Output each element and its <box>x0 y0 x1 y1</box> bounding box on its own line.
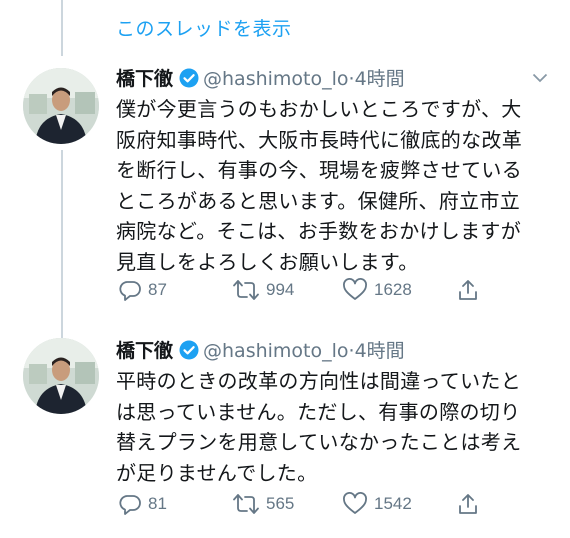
tweet-actions: 87 994 1628 <box>116 276 556 304</box>
retweet-count: 565 <box>266 494 295 513</box>
tweet-time[interactable]: 4時間 <box>355 340 405 362</box>
tweet-text-line: 替えプランを用意していなかったことは考え <box>116 430 522 454</box>
tweet-text-line: は思っていません。ただし、有事の際の切り <box>116 399 521 424</box>
retweet-button[interactable]: 994 <box>232 276 294 304</box>
author-avatar[interactable] <box>23 68 99 144</box>
tweet-text-line: が足りませんでした。 <box>116 460 318 485</box>
tweet-text: 平時のときの改革の方向性は間違っていたと は思っていません。ただし、有事の際の切… <box>116 366 556 488</box>
verified-badge-icon <box>179 340 199 364</box>
author-avatar[interactable] <box>23 338 99 414</box>
tweet-text-line: 阪府知事時代、大阪市長時代に徹底的な改革 <box>116 127 522 152</box>
tweet-text: 僕が今更言うのもおかしいところですが、大 阪府知事時代、大阪市長時代に徹底的な改… <box>116 94 556 277</box>
tweet-text-line: 僕が今更言うのもおかしいところですが、大 <box>116 97 522 121</box>
thread-connector-top <box>61 0 63 56</box>
retweet-count: 994 <box>266 280 295 299</box>
verified-badge-icon <box>179 68 199 92</box>
retweet-button[interactable]: 565 <box>232 490 294 518</box>
like-count: 1542 <box>374 494 412 513</box>
author-name[interactable]: 橋下徹 <box>116 68 173 90</box>
retweet-icon <box>232 492 260 516</box>
tweet-2[interactable]: 橋下徹 @hashimoto_lo·4時間 平時のときの改革の方向性は間違っていた… <box>0 334 570 538</box>
tweet-text-line: 平時のときの改革の方向性は間違っていたと <box>116 369 521 393</box>
like-button[interactable]: 1542 <box>342 490 412 518</box>
tweet-text-line: を断行し、有事の今、現場を疲弊させている <box>116 158 522 182</box>
heart-icon <box>342 492 368 516</box>
reply-button[interactable]: 81 <box>118 490 167 518</box>
share-icon <box>456 492 480 516</box>
tweet-header: 橋下徹 @hashimoto_lo·4時間 <box>116 64 570 94</box>
retweet-icon <box>232 278 260 302</box>
author-handle[interactable]: @hashimoto_lo <box>203 68 349 90</box>
thread-connector-middle <box>61 150 63 340</box>
author-handle[interactable]: @hashimoto_lo <box>203 340 349 362</box>
reply-icon <box>118 492 142 516</box>
tweet-text-line: 病院など。そこは、お手数をおかけしますが <box>116 219 521 243</box>
share-icon <box>456 278 480 302</box>
share-button[interactable] <box>456 276 480 304</box>
like-button[interactable]: 1628 <box>342 276 412 304</box>
reply-button[interactable]: 87 <box>118 276 167 304</box>
tweet-1[interactable]: 橋下徹 @hashimoto_lo·4時間 僕が今更言うのもおかしいところですが、… <box>0 62 570 324</box>
tweet-time[interactable]: 4時間 <box>355 68 405 90</box>
tweet-text-line: 見直しをよろしくお願いします。 <box>116 249 419 274</box>
author-name[interactable]: 橋下徹 <box>116 340 173 362</box>
show-thread-link[interactable]: このスレッドを表示 <box>116 14 292 41</box>
reply-count: 87 <box>148 280 167 299</box>
tweet-header: 橋下徹 @hashimoto_lo·4時間 <box>116 336 570 366</box>
tweet-text-line: ところがあると思います。保健所、府立市立 <box>116 188 520 213</box>
reply-icon <box>118 278 142 302</box>
chevron-down-icon[interactable] <box>532 68 548 87</box>
share-button[interactable] <box>456 490 480 518</box>
tweet-actions: 81 565 1542 <box>116 490 556 518</box>
reply-count: 81 <box>148 494 167 513</box>
heart-icon <box>342 278 368 302</box>
like-count: 1628 <box>374 280 412 299</box>
